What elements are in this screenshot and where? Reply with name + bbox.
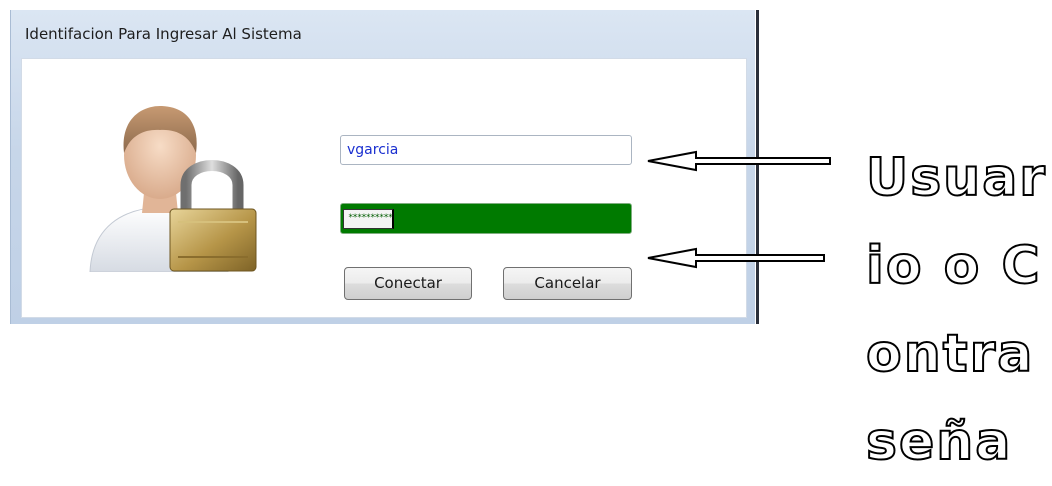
dialog-client-area: ********** Conectar Cancelar — [21, 58, 747, 318]
arrow-left-icon — [647, 247, 825, 269]
password-mask: ********** — [343, 209, 395, 229]
window-title: Identifacion Para Ingresar Al Sistema — [25, 25, 302, 43]
connect-button[interactable]: Conectar — [344, 267, 472, 300]
arrow-left-icon — [647, 150, 831, 172]
username-input[interactable] — [340, 135, 632, 165]
user-lock-icon — [89, 105, 257, 272]
cancel-button[interactable]: Cancelar — [503, 267, 632, 300]
annotation-text: Usuario o Contraseña — [865, 147, 1047, 473]
login-dialog: Identifacion Para Ingresar Al Sistema vg… — [10, 10, 759, 324]
